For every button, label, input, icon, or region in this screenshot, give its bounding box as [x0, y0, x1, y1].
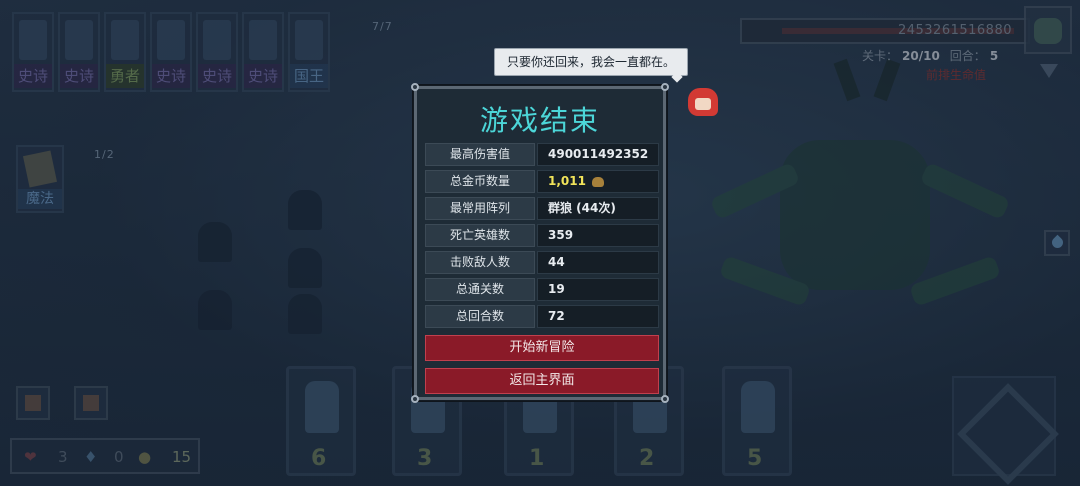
stat-value: 72	[537, 305, 659, 328]
stat-label: 总通关数	[425, 278, 535, 301]
main-menu-button[interactable]: 返回主界面	[425, 368, 659, 394]
new-adventure-button[interactable]: 开始新冒险	[425, 335, 659, 361]
gold-total-value: 1,011	[548, 174, 586, 188]
stat-label: 击败敌人数	[425, 251, 535, 274]
stat-row: 总金币数量 1,011	[425, 170, 659, 193]
max-damage-value: 490011492352	[548, 147, 649, 161]
stats-table: 最高伤害值 490011492352 总金币数量 1,011 最常用阵列 群狼 …	[425, 143, 659, 332]
stat-label: 总金币数量	[425, 170, 535, 193]
corner-ornament	[661, 83, 669, 91]
stat-row: 死亡英雄数 359	[425, 224, 659, 247]
stat-row: 击败敌人数 44	[425, 251, 659, 274]
game-over-dialog: 游戏结束 最高伤害值 490011492352 总金币数量 1,011 最常用阵…	[411, 83, 669, 403]
corner-ornament	[661, 395, 669, 403]
dialog-title: 游戏结束	[479, 104, 600, 137]
stat-value: 359	[537, 224, 659, 247]
stat-row: 最常用阵列 群狼 (44次)	[425, 197, 659, 220]
stat-row: 总回合数 72	[425, 305, 659, 328]
stat-value: 490011492352	[537, 143, 659, 182]
gold-icon	[591, 176, 604, 187]
narrator-avatar	[688, 88, 718, 116]
stat-value: 44	[537, 251, 659, 274]
stat-row: 最高伤害值 490011492352	[425, 143, 659, 182]
corner-ornament	[411, 395, 419, 403]
stat-row: 总通关数 19	[425, 278, 659, 301]
speech-bubble: 只要你还回来，我会一直都在。	[494, 48, 688, 76]
stat-label: 总回合数	[425, 305, 535, 328]
stat-label: 死亡英雄数	[425, 224, 535, 247]
stat-label: 最常用阵列	[425, 197, 535, 220]
stat-value: 1,011	[537, 170, 659, 193]
corner-ornament	[411, 83, 419, 91]
stat-value: 19	[537, 278, 659, 301]
stat-value: 群狼 (44次)	[537, 197, 659, 220]
stat-label: 最高伤害值	[425, 143, 535, 166]
